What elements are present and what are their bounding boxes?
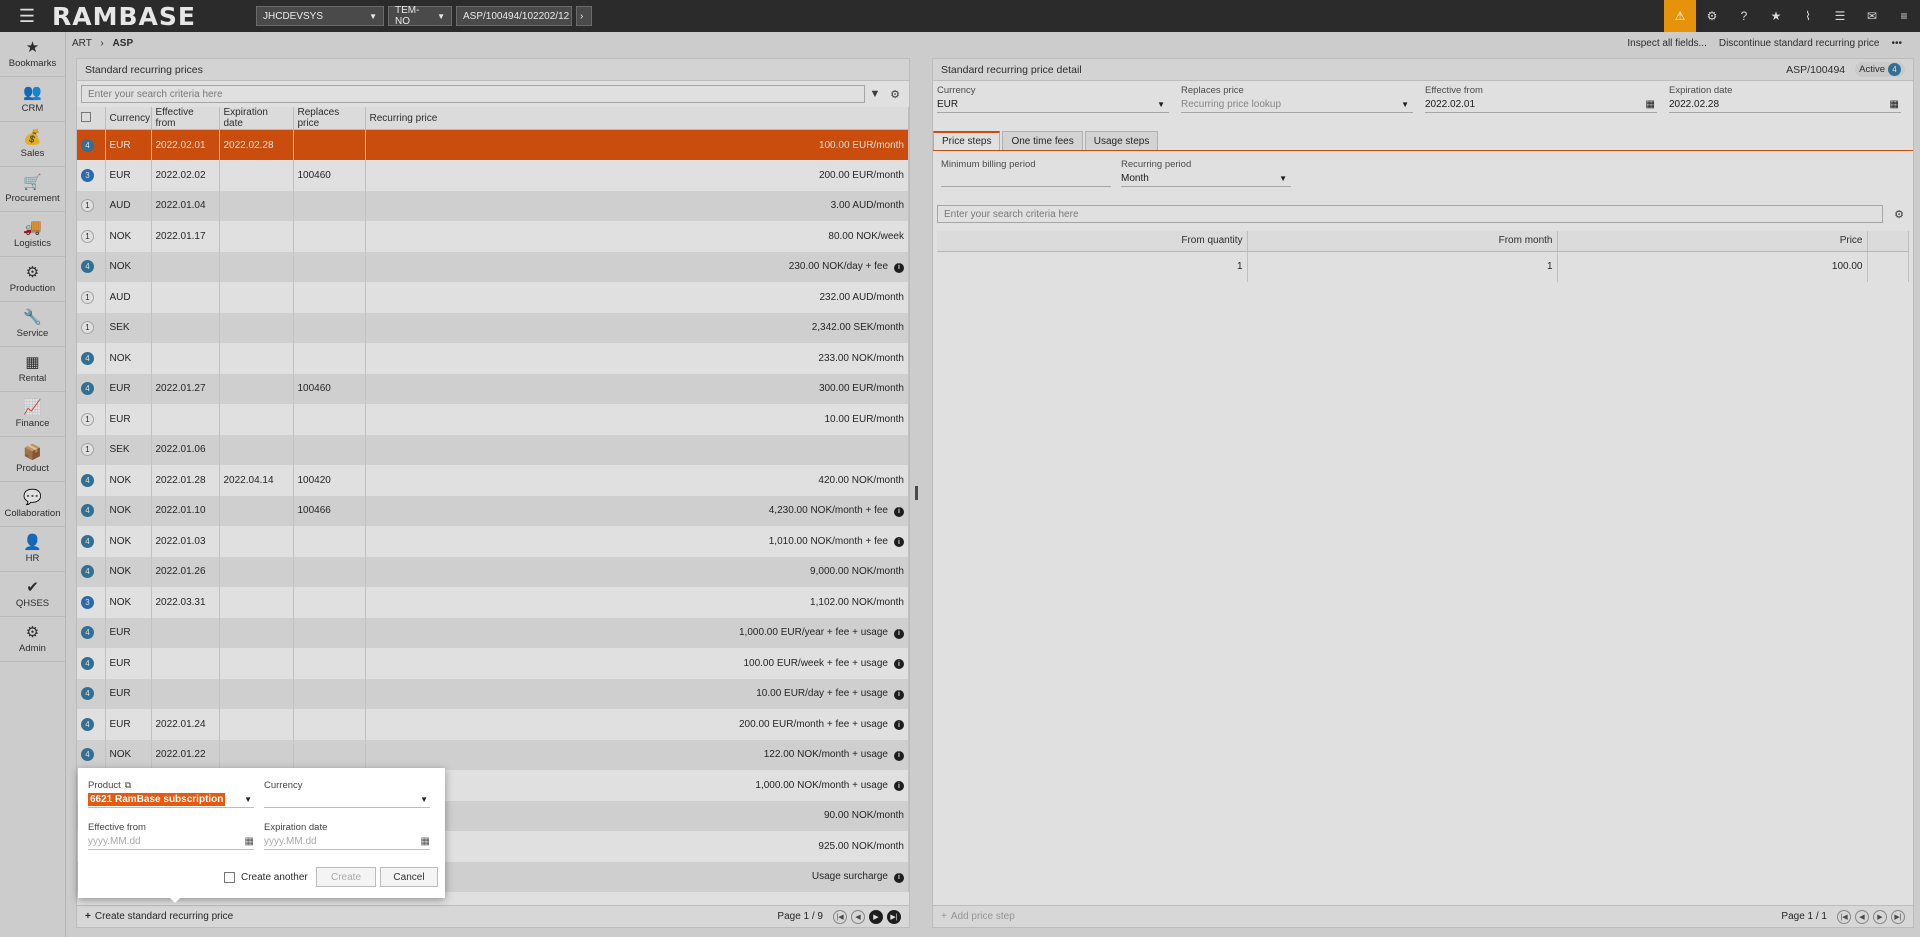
menu-icon[interactable]: ≡	[1888, 0, 1920, 32]
rambase-logo[interactable]: RAMBASE	[52, 2, 252, 31]
caret-down-icon[interactable]: ▼	[244, 795, 252, 804]
create-button[interactable]: Create	[316, 867, 376, 887]
mail-icon[interactable]: ✉	[1856, 0, 1888, 32]
hamburger-menu-icon[interactable]: ☰	[12, 0, 42, 32]
product-input[interactable]: 6621 RamBase subscription ▼	[88, 791, 254, 808]
caret-down-icon: ▼	[369, 11, 377, 21]
warning-icon[interactable]: ⚠	[1664, 0, 1696, 32]
expiration-date-label: Expiration date	[264, 822, 328, 833]
help-icon[interactable]: ?	[1728, 0, 1760, 32]
calendar-icon[interactable]: ▦	[421, 836, 430, 847]
product-label: Product	[88, 780, 121, 791]
caret-down-icon[interactable]: ▼	[420, 795, 428, 804]
star-icon[interactable]: ★	[1760, 0, 1792, 32]
object-address-value: ASP/100494/102202/12	[463, 10, 570, 22]
create-another-checkbox[interactable]: Create another	[224, 872, 308, 883]
company-select-value: JHCDEVSYS	[263, 10, 324, 22]
currency-select[interactable]: ▼	[264, 791, 430, 808]
calendar-icon[interactable]: ▦	[245, 836, 254, 847]
product-label-row: Product ⧉	[88, 780, 254, 791]
product-value: 6621 RamBase subscription	[88, 792, 226, 806]
list-icon[interactable]: ☰	[1824, 0, 1856, 32]
effective-from-input[interactable]: yyyy.MM.dd ▦	[88, 833, 254, 850]
expiration-date-field[interactable]: Expiration date yyyy.MM.dd ▦	[264, 822, 430, 850]
popup-pointer	[168, 896, 182, 903]
address-go-button[interactable]: ›	[576, 6, 592, 26]
currency-label: Currency	[264, 780, 303, 791]
top-bar: ☰ RAMBASE JHCDEVSYS ▼ TEM-NO ▼ ASP/100494/…	[0, 0, 1920, 32]
region-select[interactable]: TEM-NO ▼	[388, 5, 452, 27]
cancel-button[interactable]: Cancel	[380, 867, 438, 887]
expiration-date-input[interactable]: yyyy.MM.dd ▦	[264, 833, 430, 850]
currency-field[interactable]: Currency ▼	[264, 780, 430, 808]
create-recurring-price-popup: Product ⧉ 6621 RamBase subscription ▼ Curr…	[78, 768, 445, 898]
effective-from-field[interactable]: Effective from yyyy.MM.dd ▦	[88, 822, 254, 850]
create-another-label: Create another	[241, 872, 308, 883]
open-link-icon[interactable]: ⧉	[125, 780, 131, 791]
effective-from-placeholder: yyyy.MM.dd	[88, 835, 141, 847]
settings-icon[interactable]: ⚙	[1696, 0, 1728, 32]
object-address-field[interactable]: ASP/100494/102202/12	[456, 6, 572, 26]
region-select-value: TEM-NO	[395, 5, 420, 27]
product-field[interactable]: Product ⧉ 6621 RamBase subscription ▼	[88, 780, 254, 808]
expiration-date-placeholder: yyyy.MM.dd	[264, 835, 317, 847]
company-select[interactable]: JHCDEVSYS ▼	[256, 6, 384, 26]
top-icon-bar: ⚠ ⚙ ? ★ ⌇ ☰ ✉ ≡	[1664, 0, 1920, 32]
effective-from-label: Effective from	[88, 822, 146, 833]
attachment-icon[interactable]: ⌇	[1792, 0, 1824, 32]
caret-down-icon: ▼	[437, 11, 445, 21]
checkbox-box[interactable]	[224, 872, 235, 883]
